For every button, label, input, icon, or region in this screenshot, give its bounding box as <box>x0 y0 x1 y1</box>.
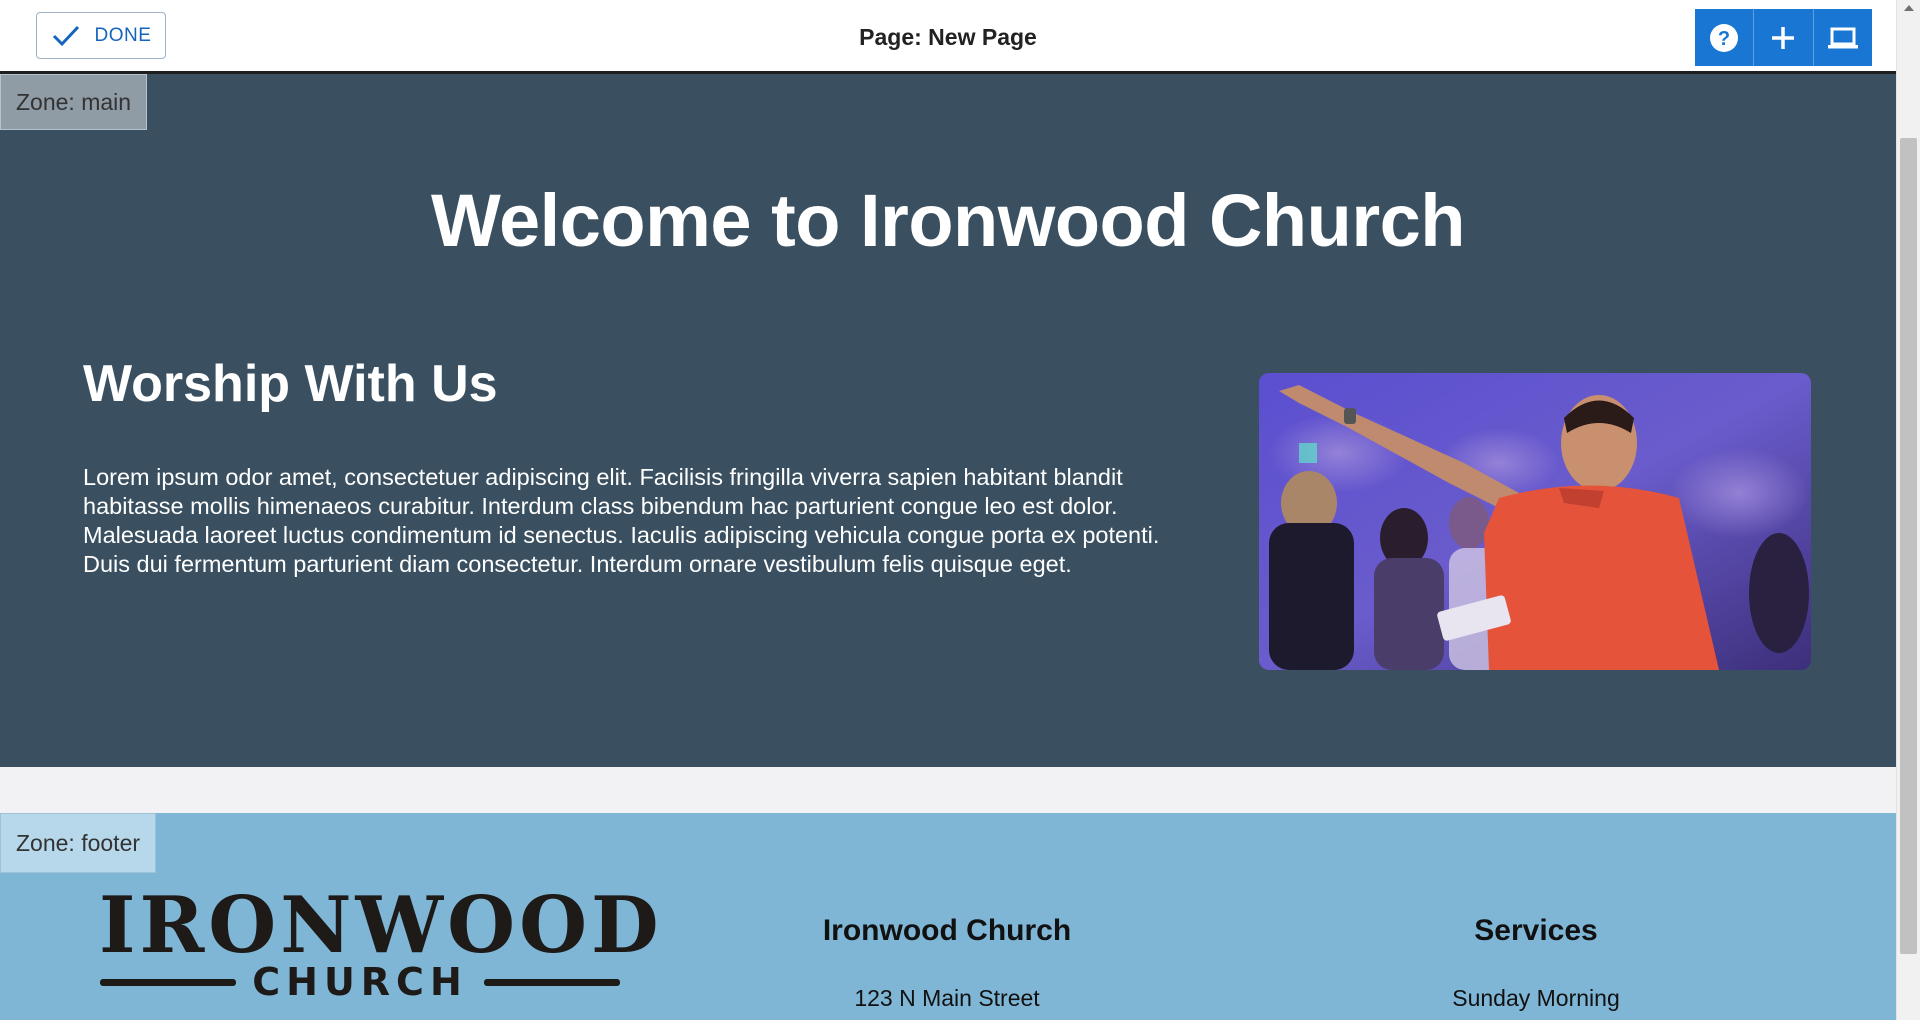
footer-services[interactable]: Services Sunday Morning <box>1336 914 1736 1012</box>
device-preview-button[interactable] <box>1814 9 1872 66</box>
logo-sub-word: CHURCH <box>252 960 468 1004</box>
laptop-icon <box>1827 27 1858 48</box>
vertical-scrollbar[interactable] <box>1896 0 1920 1020</box>
logo-wordmark: IRONWOOD <box>99 880 663 971</box>
toolbar-actions: ? <box>1695 9 1872 66</box>
footer-services-heading: Services <box>1474 914 1598 947</box>
worship-image <box>1259 373 1811 670</box>
editor-toolbar: DONE Page: New Page ? <box>0 0 1896 74</box>
logo-subline: CHURCH <box>99 960 621 1004</box>
help-button[interactable]: ? <box>1695 9 1755 66</box>
footer-church-info[interactable]: Ironwood Church 123 N Main Street <box>747 914 1147 1012</box>
logo-rule-left <box>100 978 237 986</box>
add-element-button[interactable] <box>1754 9 1814 66</box>
zone-footer[interactable]: Zone: footer IRONWOOD CHURCH Ironwood Ch… <box>0 813 1896 1020</box>
plus-icon <box>1772 26 1795 49</box>
logo-rule-right <box>483 978 620 986</box>
welcome-heading[interactable]: Welcome to Ironwood Church <box>0 178 1896 263</box>
footer-services-item: Sunday Morning <box>1452 985 1620 1011</box>
help-icon: ? <box>1710 23 1739 52</box>
page-title: Page: New Page <box>859 24 1037 50</box>
ironwood-logo[interactable]: IRONWOOD CHURCH <box>99 880 663 1005</box>
worship-body-text[interactable]: Lorem ipsum odor amet, consectetuer adip… <box>83 463 1203 579</box>
worship-photo[interactable] <box>1259 373 1811 670</box>
svg-text:?: ? <box>1718 28 1730 50</box>
footer-church-address: 123 N Main Street <box>854 985 1040 1011</box>
scroll-thumb[interactable] <box>1900 138 1917 954</box>
zone-footer-label[interactable]: Zone: footer <box>0 813 157 873</box>
zone-main-label[interactable]: Zone: main <box>0 74 148 130</box>
worship-heading[interactable]: Worship With Us <box>83 354 498 414</box>
zone-main[interactable]: Zone: main Welcome to Ironwood Church Wo… <box>0 74 1896 767</box>
footer-church-heading: Ironwood Church <box>822 914 1072 947</box>
scroll-up-arrow-icon[interactable] <box>1904 5 1914 11</box>
